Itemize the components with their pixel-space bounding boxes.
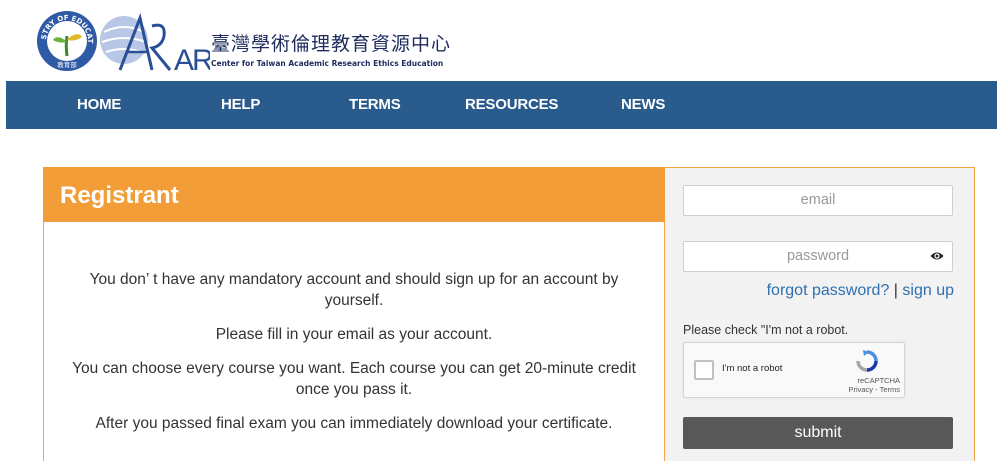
account-links: forgot password? | sign up — [767, 282, 954, 300]
recaptcha-widget: I'm not a robot reCAPTCHA Privacy - Term… — [683, 342, 905, 398]
login-panel: email password forgot password? | sign u… — [665, 167, 975, 461]
registrant-panel: Registrant You don’ t have any mandatory… — [43, 167, 665, 461]
submit-button[interactable]: submit — [683, 417, 953, 449]
info-paragraph: You don’ t have any mandatory account an… — [89, 271, 619, 309]
site-header: MINISTRY OF EDUCATION 教育部 AREE 臺灣學術倫理教育資… — [0, 0, 997, 80]
nav-home[interactable]: HOME — [77, 81, 121, 129]
site-title: 臺灣學術倫理教育資源中心 Center for Taiwan Academic … — [211, 33, 452, 69]
site-title-en: Center for Taiwan Academic Research Ethi… — [211, 59, 444, 68]
captcha-checkbox[interactable] — [694, 360, 714, 380]
sign-up-link[interactable]: sign up — [902, 282, 954, 299]
moe-logo-subtext: 教育部 — [57, 60, 77, 69]
robot-note: Please check "I'm not a robot. — [683, 323, 849, 337]
recaptcha-icon — [856, 350, 878, 372]
nav-terms[interactable]: TERMS — [349, 81, 401, 129]
captcha-brand: reCAPTCHA Privacy - Terms — [848, 376, 900, 394]
nav-resources[interactable]: RESOURCES — [465, 81, 558, 129]
email-field[interactable]: email — [683, 185, 953, 216]
forgot-password-link[interactable]: forgot password? — [767, 282, 890, 299]
eye-icon[interactable] — [930, 250, 944, 262]
nav-help[interactable]: HELP — [221, 81, 260, 129]
site-title-zh: 臺灣學術倫理教育資源中心 — [211, 33, 452, 55]
email-placeholder: email — [800, 192, 836, 208]
password-field[interactable]: password — [683, 241, 953, 272]
aree-logo: AREE — [100, 12, 251, 77]
captcha-brand-name: reCAPTCHA — [857, 376, 900, 385]
info-paragraph: Please fill in your email as your accoun… — [215, 326, 493, 343]
info-paragraph: After you passed final exam you can imme… — [95, 415, 613, 432]
link-separator: | — [893, 282, 898, 299]
info-paragraph: You can choose every course you want. Ea… — [72, 360, 636, 398]
captcha-label: I'm not a robot — [722, 363, 783, 374]
nav-news[interactable]: NEWS — [621, 81, 665, 129]
registrant-info: You don’ t have any mandatory account an… — [44, 269, 664, 447]
password-placeholder: password — [786, 248, 850, 264]
main-nav: HOME HELP TERMS RESOURCES NEWS — [6, 81, 997, 129]
aree-logo-text: AREE — [174, 44, 210, 72]
moe-logo: MINISTRY OF EDUCATION 教育部 — [36, 10, 97, 71]
captcha-privacy-terms[interactable]: Privacy - Terms — [848, 385, 900, 394]
registrant-title: Registrant — [43, 167, 665, 222]
